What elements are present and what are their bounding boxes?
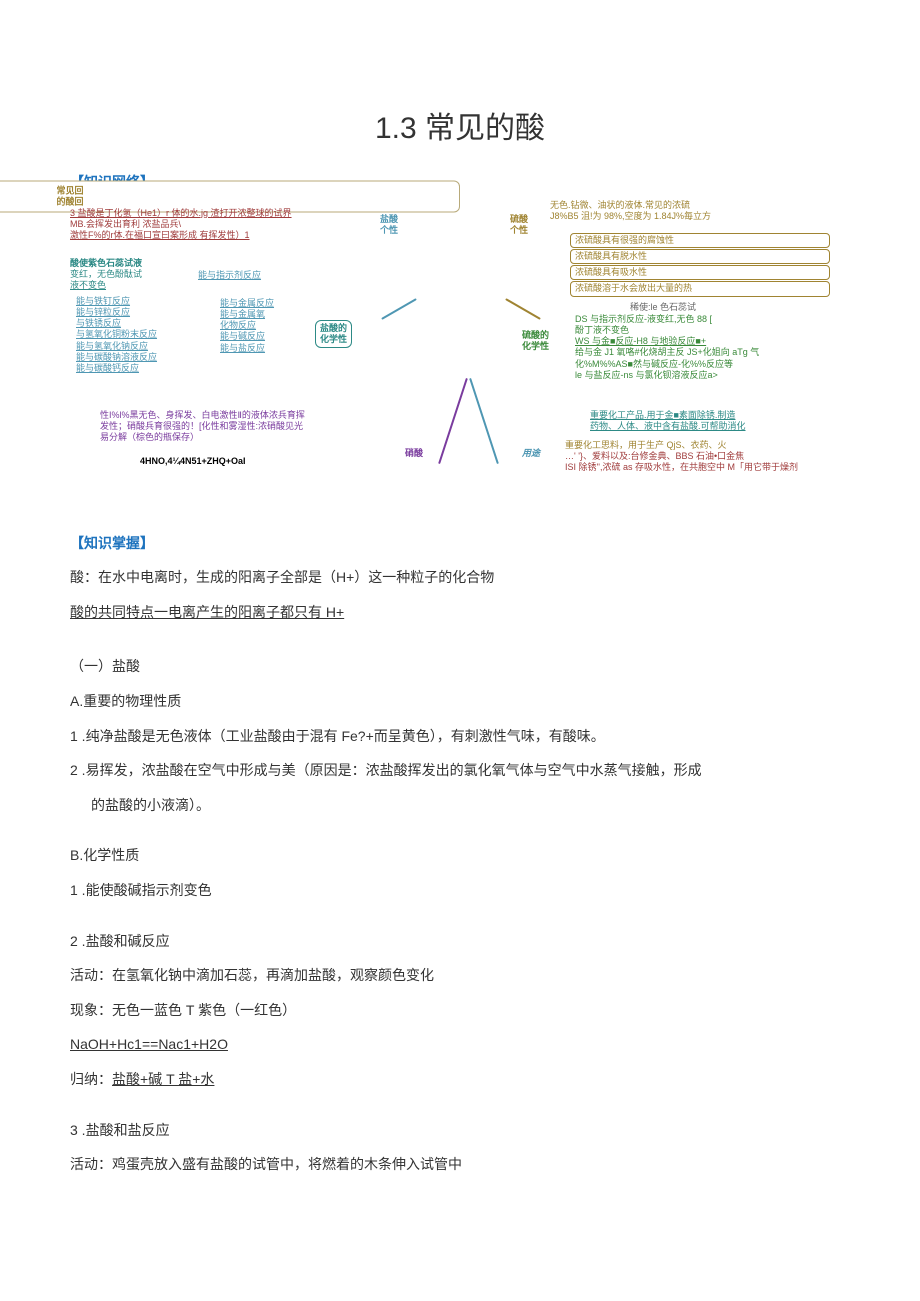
hno3-formula: 4HNO,4¼4N51+ZHQ+OaI xyxy=(140,456,246,467)
hcl-chem-group: 能与碱反应 xyxy=(220,331,310,342)
physical-item-2b: 的盐酸的小液滴）。 xyxy=(70,792,850,819)
h2so4-personality-block: 无色.钻微、油状的液体.常见的浓硫 J8%B5 沮!为 98%,空度为 1.84… xyxy=(550,200,830,223)
hno3-label: 硝酸 xyxy=(405,448,423,459)
physical-head: A.重要的物理性质 xyxy=(70,688,850,715)
hcl-chem-right-items: 能与金属反应 能与金属氧 化物反应 能与碱反应 能与盐反应 xyxy=(220,298,310,354)
h2so4-props-block: 浓硫酸具有很强的腐蚀性 浓硫酸具有脱水性 浓硫酸具有吸水性 浓硫酸溶于水会放出大… xyxy=(570,232,830,298)
hcl-personality-block: 3 盐酸是丁化氢（He1）r 体的水.jg 渣打开浓整球的试界 MB.会挥发出育… xyxy=(70,208,370,242)
hcl-chem-item: 能与碳酸钠溶液反应 xyxy=(76,352,216,363)
h2so4-indicator-head: 稀使:le 色石蕊试 xyxy=(630,302,696,313)
hcl-chem-group: 能与金属氧 化物反应 xyxy=(220,309,310,332)
h2so4-line: J8%B5 沮!为 98%,空度为 1.84J%毎立方 xyxy=(550,211,711,221)
hcl-indicator-branch: 能与指示剂反应 xyxy=(198,270,261,281)
hno3-block: 性I%l%黑无色、身挥发、白电激性Ⅱ的液体浓兵育挥 发性；硝酸兵育很强的！[化性… xyxy=(100,410,400,444)
hcl-personality-line: 3 盐酸是丁化氢（He1）r 体的水.jg 渣打开浓整球的试界 xyxy=(70,208,292,218)
chemical-2-equation: NaOH+Hc1==Nac1+H2O xyxy=(70,1031,850,1058)
hcl-chem-item: 与氢氧化铜粉末反应 xyxy=(76,329,216,340)
uses-h2so4: 重要化工思料，用于生产 QjS、衣药、火 …' '}、爱料以及:台修金典、BBS… xyxy=(565,440,855,474)
chemical-2-summary-text: 盐酸+碱 T 盐+水 xyxy=(112,1071,214,1087)
h2so4-chem-line: 给与金 J1 氧咯#化烧胡主反 JS+化姐向 aTg 气 xyxy=(575,347,850,358)
h2so4-chem-label: 硫酸的 化学性 xyxy=(522,330,549,353)
uses-hcl-line: 药物、人体、液中含有盐酸.可帮助消化 xyxy=(590,421,746,431)
hcl-personality-line: MB.会挥发出育利 浓盐品兵\ xyxy=(70,219,181,229)
physical-item-2a: 2 .易挥发，浓盐酸在空气中形成与美（原因是：浓盐酸挥发出的氯化氧气体与空气中水… xyxy=(70,757,850,784)
h2so4-prop: 浓硫酸溶于水会放出大量的热 xyxy=(570,281,830,296)
uses-label: 用途 xyxy=(522,448,540,459)
chemical-3-activity: 活动：鸡蛋壳放入盛有盐酸的试管中，将燃着的木条伸入试管中 xyxy=(70,1151,850,1178)
h2so4-chem-line: DS 与指示剂反应-液变红,无色 88 [ xyxy=(575,314,850,325)
chemical-2-phenomenon: 现象：无色一蓝色 T 紫色（一红色） xyxy=(70,997,850,1024)
h2so4-prop: 浓硫酸具有很强的腐蚀性 xyxy=(570,233,830,248)
h2so4-chem-line: 化%M%%AS■然与碱反应-化%%反应等 xyxy=(575,359,850,370)
hcl-chem-group: 能与盐反应 xyxy=(220,343,310,354)
hcl-indicator-block: 酸使紫色石蕊试液 变红，无色酚酞试 液不变色 xyxy=(70,258,190,292)
hcl-chem-item: 能与铁钉反应 xyxy=(76,296,216,307)
sec1-title: （一）盐酸 xyxy=(70,653,850,680)
h2so4-line: 无色.钻微、油状的液体.常见的浓硫 xyxy=(550,200,690,210)
body-text: 酸：在水中电离时，生成的阳离子全部是（H+）这一种粒子的化合物 酸的共同特点一电… xyxy=(70,564,850,1178)
hcl-chem-item: 与铁锈反应 xyxy=(76,318,216,329)
h2so4-chem-line: WS 与金■反应-H8 与地验反应■+ xyxy=(575,336,850,347)
chemical-item-3: 3 .盐酸和盐反应 xyxy=(70,1117,850,1144)
uses-hcl-line: 重要化工产品.用于金■素面除锈.制造 xyxy=(590,410,735,420)
section-knowledge-grasp: 【知识掌握】 xyxy=(70,530,850,557)
hno3-line: 性I%l%黑无色、身挥发、白电激性Ⅱ的液体浓兵育挥 xyxy=(100,410,305,420)
h2so4-prop: 浓硫酸具有吸水性 xyxy=(570,265,830,280)
document-page: 1.3 常见的酸 【知识网络】 常见回 的酸回 3 盐酸是丁化氢（He1）r 体… xyxy=(0,0,920,1246)
hcl-indicator-head: 酸使紫色石蕊试液 xyxy=(70,258,142,268)
chemical-2-summary-prefix: 归纳： xyxy=(70,1071,112,1087)
hcl-chem-left-items: 能与铁钉反应 能与锌粒反应 与铁锈反应 与氢氧化铜粉末反应 能与氢氧化钠反应 能… xyxy=(76,296,216,375)
page-title: 1.3 常见的酸 xyxy=(70,100,850,157)
chemical-2-summary: 归纳：盐酸+碱 T 盐+水 xyxy=(70,1066,850,1093)
connector-line xyxy=(381,298,417,320)
h2so4-prop: 浓硫酸具有脱水性 xyxy=(570,249,830,264)
hcl-personality-line: 激性F%的r体.在福口宣曰案形成 有挥发性）1 xyxy=(70,230,250,240)
uses-h2so4-line: 重要化工思料，用于生产 QjS、衣药、火 xyxy=(565,440,727,450)
uses-h2so4-line: …' '}、爱料以及:台修金典、BBS 石油•口金焦 xyxy=(565,451,744,461)
uses-h2so4-line: ISI 除锈'',浓硫 as 存吸水性，在共胞空中 M「用它带于燥剂 xyxy=(565,462,798,472)
connector-line xyxy=(506,298,542,320)
chemical-item-1: 1 .能使酸碱指示剂变色 xyxy=(70,877,850,904)
chemical-2-activity: 活动：在氢氧化钠中滴加石蕊，再滴加盐酸，观察颜色变化 xyxy=(70,962,850,989)
hcl-personality-label: 盐酸 个性 xyxy=(380,214,398,237)
chemical-head: B.化学性质 xyxy=(70,842,850,869)
h2so4-chem-line: 酚丁液不变色 xyxy=(575,325,850,336)
hcl-indicator-line: 液不变色 xyxy=(70,280,106,290)
hcl-chem-item: 能与碳酸钙反应 xyxy=(76,363,216,374)
hcl-chem-group: 能与金属反应 xyxy=(220,298,310,309)
hno3-line: 发性；硝酸兵育很强的！[化性和雾湿性:浓硝酸见光 xyxy=(100,421,303,431)
hcl-indicator-line: 变红，无色酚酞试 xyxy=(70,269,142,279)
acid-definition: 酸：在水中电离时，生成的阳离子全部是（H+）这一种粒子的化合物 xyxy=(70,564,850,591)
acid-common-feature: 酸的共同特点一电离产生的阳离子都只有 H+ xyxy=(70,599,850,626)
mindmap: 常见回 的酸回 3 盐酸是丁化氢（He1）r 体的水.jg 渣打开浓整球的试界 … xyxy=(70,200,850,520)
h2so4-chem-line: le 与盐反应-ns 与氯化钡溶液反应a> xyxy=(575,370,850,381)
physical-item-1: 1 .纯净盐酸是无色液体（工业盐酸由于混有 Fe?+而呈黄色），有刺激性气味，有… xyxy=(70,723,850,750)
chemical-item-2: 2 .盐酸和碱反应 xyxy=(70,928,850,955)
hno3-line: 易分解（棕色的瓶保存） xyxy=(100,432,199,442)
hcl-chem-item: 能与氢氧化钠反应 xyxy=(76,341,216,352)
h2so4-chem-items: DS 与指示剂反应-液变红,无色 88 [ 酚丁液不变色 WS 与金■反应-H8… xyxy=(575,314,850,382)
hcl-chem-item: 能与锌粒反应 xyxy=(76,307,216,318)
connector-line xyxy=(470,377,500,463)
connector-line xyxy=(438,377,468,463)
hcl-chem-label: 盐酸的 化学性 xyxy=(315,320,352,349)
h2so4-personality-label: 硫酸 个性 xyxy=(510,214,528,237)
uses-hcl: 重要化工产品.用于金■素面除锈.制造 药物、人体、液中含有盐酸.可帮助消化 xyxy=(590,410,850,433)
